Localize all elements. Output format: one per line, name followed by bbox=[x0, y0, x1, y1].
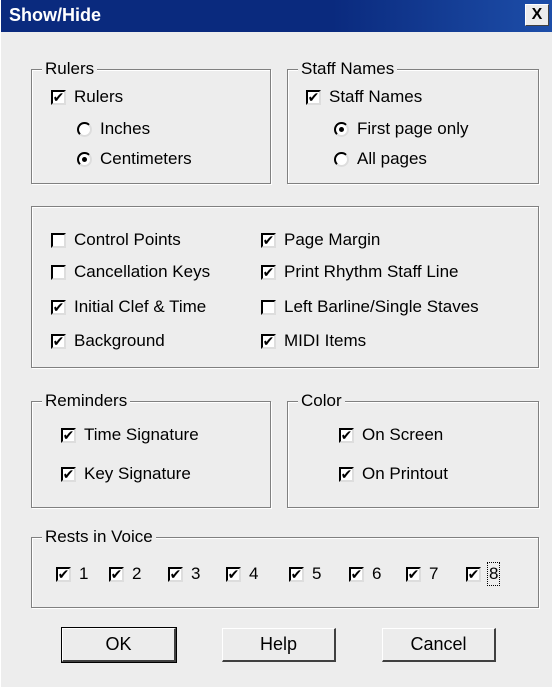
close-icon: X bbox=[531, 6, 543, 23]
voice-2-checkbox[interactable]: ✔ 2 bbox=[109, 564, 141, 584]
time-signature-checkbox[interactable]: ✔ Time Signature bbox=[61, 425, 199, 445]
checkbox-checked-icon: ✔ bbox=[466, 566, 481, 582]
voice-3-checkbox[interactable]: ✔ 3 bbox=[168, 564, 200, 584]
on-screen-label: On Screen bbox=[362, 425, 444, 444]
checkbox-checked-icon: ✔ bbox=[168, 566, 183, 582]
midi-items-label: MIDI Items bbox=[284, 331, 367, 350]
reminders-group: Reminders bbox=[31, 392, 271, 508]
voice-5-checkbox[interactable]: ✔ 5 bbox=[289, 564, 321, 584]
voice-1-checkbox[interactable]: ✔ 1 bbox=[56, 564, 88, 584]
cancellation-keys-label: Cancellation Keys bbox=[74, 262, 211, 281]
page-margin-label: Page Margin bbox=[284, 230, 381, 249]
rests-in-voice-group: Rests in Voice bbox=[31, 528, 539, 608]
color-legend: Color bbox=[298, 392, 345, 410]
checkbox-checked-icon: ✔ bbox=[349, 566, 364, 582]
checkbox-icon bbox=[51, 232, 66, 248]
title-bar: Show/Hide X bbox=[1, 0, 552, 32]
initial-clef-label: Initial Clef & Time bbox=[74, 297, 207, 316]
voice-label: 1 bbox=[79, 564, 89, 583]
rests-legend: Rests in Voice bbox=[42, 528, 156, 546]
radio-icon bbox=[334, 151, 349, 167]
inches-radio[interactable]: Inches bbox=[77, 119, 150, 139]
voice-7-checkbox[interactable]: ✔ 7 bbox=[406, 564, 438, 584]
radio-selected-icon bbox=[334, 121, 349, 137]
key-signature-label: Key Signature bbox=[84, 464, 191, 483]
voice-label: 2 bbox=[132, 564, 142, 583]
on-printout-checkbox[interactable]: ✔ On Printout bbox=[339, 464, 448, 484]
checkbox-checked-icon: ✔ bbox=[56, 566, 71, 582]
left-barline-label: Left Barline/Single Staves bbox=[284, 297, 479, 316]
cancel-label: Cancel bbox=[410, 634, 467, 654]
staff-names-legend: Staff Names bbox=[298, 60, 398, 78]
staff-names-checkbox[interactable]: ✔ Staff Names bbox=[306, 87, 422, 107]
cancellation-keys-checkbox[interactable]: Cancellation Keys bbox=[51, 262, 210, 282]
checkbox-icon bbox=[261, 299, 276, 315]
checkbox-checked-icon: ✔ bbox=[261, 333, 276, 349]
all-pages-radio[interactable]: All pages bbox=[334, 149, 427, 169]
rulers-legend: Rulers bbox=[42, 60, 98, 78]
key-signature-checkbox[interactable]: ✔ Key Signature bbox=[61, 464, 191, 484]
voice-label: 8 bbox=[486, 562, 501, 586]
radio-icon bbox=[77, 121, 92, 137]
checkbox-checked-icon: ✔ bbox=[339, 466, 354, 482]
checkbox-checked-icon: ✔ bbox=[406, 566, 421, 582]
checkbox-checked-icon: ✔ bbox=[51, 299, 66, 315]
checkbox-checked-icon: ✔ bbox=[261, 264, 276, 280]
centimeters-label: Centimeters bbox=[100, 149, 192, 168]
voice-label: 6 bbox=[372, 564, 382, 583]
print-rhythm-label: Print Rhythm Staff Line bbox=[284, 262, 459, 281]
checkbox-checked-icon: ✔ bbox=[306, 89, 321, 105]
background-checkbox[interactable]: ✔ Background bbox=[51, 331, 165, 351]
on-printout-label: On Printout bbox=[362, 464, 448, 483]
reminders-legend: Reminders bbox=[42, 392, 131, 410]
ok-button[interactable]: OK bbox=[61, 627, 177, 663]
checkbox-checked-icon: ✔ bbox=[61, 427, 76, 443]
voice-4-checkbox[interactable]: ✔ 4 bbox=[226, 564, 258, 584]
checkbox-checked-icon: ✔ bbox=[339, 427, 354, 443]
centimeters-radio[interactable]: Centimeters bbox=[77, 149, 192, 169]
time-signature-label: Time Signature bbox=[84, 425, 199, 444]
show-hide-dialog: Show/Hide X Rulers ✔ Rulers Inches Centi… bbox=[0, 0, 552, 687]
staff-names-label: Staff Names bbox=[329, 87, 423, 106]
page-margin-checkbox[interactable]: ✔ Page Margin bbox=[261, 230, 380, 250]
print-rhythm-checkbox[interactable]: ✔ Print Rhythm Staff Line bbox=[261, 262, 459, 282]
voice-label: 3 bbox=[191, 564, 201, 583]
checkbox-checked-icon: ✔ bbox=[51, 333, 66, 349]
voice-label: 7 bbox=[429, 564, 439, 583]
window-title: Show/Hide bbox=[9, 5, 102, 25]
checkbox-checked-icon: ✔ bbox=[109, 566, 124, 582]
control-points-label: Control Points bbox=[74, 230, 181, 249]
help-label: Help bbox=[259, 634, 298, 654]
checkbox-checked-icon: ✔ bbox=[226, 566, 241, 582]
color-group: Color bbox=[287, 392, 539, 508]
checkbox-checked-icon: ✔ bbox=[61, 466, 76, 482]
ok-label: OK bbox=[105, 634, 132, 654]
initial-clef-checkbox[interactable]: ✔ Initial Clef & Time bbox=[51, 297, 206, 317]
voice-label: 5 bbox=[312, 564, 322, 583]
background-label: Background bbox=[74, 331, 165, 350]
close-button[interactable]: X bbox=[525, 4, 549, 26]
on-screen-checkbox[interactable]: ✔ On Screen bbox=[339, 425, 443, 445]
voice-8-checkbox[interactable]: ✔ 8 bbox=[466, 562, 501, 586]
first-page-radio[interactable]: First page only bbox=[334, 119, 469, 139]
help-button[interactable]: Help bbox=[222, 628, 336, 662]
all-pages-label: All pages bbox=[357, 149, 427, 168]
rulers-checkbox[interactable]: ✔ Rulers bbox=[51, 87, 123, 107]
midi-items-checkbox[interactable]: ✔ MIDI Items bbox=[261, 331, 366, 351]
checkbox-checked-icon: ✔ bbox=[261, 232, 276, 248]
checkbox-checked-icon: ✔ bbox=[51, 89, 66, 105]
voice-6-checkbox[interactable]: ✔ 6 bbox=[349, 564, 381, 584]
left-barline-checkbox[interactable]: Left Barline/Single Staves bbox=[261, 297, 479, 317]
cancel-button[interactable]: Cancel bbox=[382, 628, 496, 662]
voice-label: 4 bbox=[249, 564, 259, 583]
control-points-checkbox[interactable]: Control Points bbox=[51, 230, 181, 250]
checkbox-checked-icon: ✔ bbox=[289, 566, 304, 582]
rulers-label: Rulers bbox=[74, 87, 124, 106]
radio-selected-icon bbox=[77, 151, 92, 167]
first-page-label: First page only bbox=[357, 119, 469, 138]
inches-label: Inches bbox=[100, 119, 151, 138]
checkbox-icon bbox=[51, 264, 66, 280]
